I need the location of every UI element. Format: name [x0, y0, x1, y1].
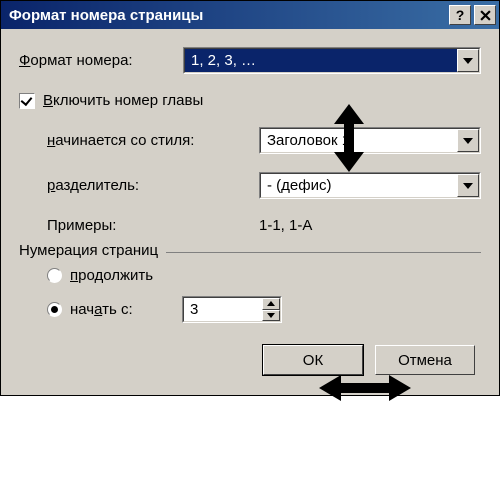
- continue-label: продолжить: [70, 267, 153, 284]
- start-from-label: начать с:: [70, 301, 182, 318]
- horizontal-arrow-icon: [319, 373, 411, 403]
- close-button[interactable]: [474, 5, 496, 25]
- spinner-down-button[interactable]: [262, 310, 280, 322]
- include-chapter-checkbox[interactable]: [19, 93, 35, 109]
- chevron-down-icon[interactable]: [457, 49, 479, 72]
- start-from-radio[interactable]: [47, 302, 62, 317]
- dialog-content: Формат номера: 1, 2, 3, … Включить номер…: [1, 29, 499, 395]
- examples-label: Примеры:: [47, 217, 259, 234]
- chevron-down-icon[interactable]: [457, 174, 479, 197]
- ok-button[interactable]: ОК: [263, 345, 363, 375]
- separator-label: разделитель:: [47, 177, 259, 194]
- help-button[interactable]: ?: [449, 5, 471, 25]
- number-format-value: 1, 2, 3, …: [185, 49, 457, 72]
- continue-radio[interactable]: [47, 268, 62, 283]
- starts-with-style-combo[interactable]: Заголовок 1: [259, 127, 481, 154]
- starts-with-style-label: начинается со стиля:: [47, 132, 259, 149]
- separator-value: - (дефис): [261, 174, 457, 197]
- titlebar: Формат номера страницы ?: [1, 1, 499, 29]
- chevron-down-icon[interactable]: [457, 129, 479, 152]
- include-chapter-label: Включить номер главы: [43, 92, 203, 109]
- dialog-window: Формат номера страницы ? Формат номера: …: [0, 0, 500, 396]
- start-from-value[interactable]: 3: [184, 298, 262, 321]
- start-from-spinner[interactable]: 3: [182, 296, 282, 323]
- window-title: Формат номера страницы: [9, 7, 446, 24]
- close-icon: [480, 10, 491, 21]
- separator-combo[interactable]: - (дефис): [259, 172, 481, 199]
- examples-value: 1-1, 1-A: [259, 217, 312, 234]
- number-format-combo[interactable]: 1, 2, 3, …: [183, 47, 481, 74]
- number-format-label: Формат номера:: [19, 52, 183, 69]
- page-numbering-group: Нумерация страниц продолжить начать с: 3: [19, 252, 481, 323]
- page-numbering-label: Нумерация страниц: [19, 242, 166, 259]
- spinner-up-button[interactable]: [262, 298, 280, 310]
- vertical-arrow-icon: [331, 104, 367, 172]
- cancel-button[interactable]: Отмена: [375, 345, 475, 375]
